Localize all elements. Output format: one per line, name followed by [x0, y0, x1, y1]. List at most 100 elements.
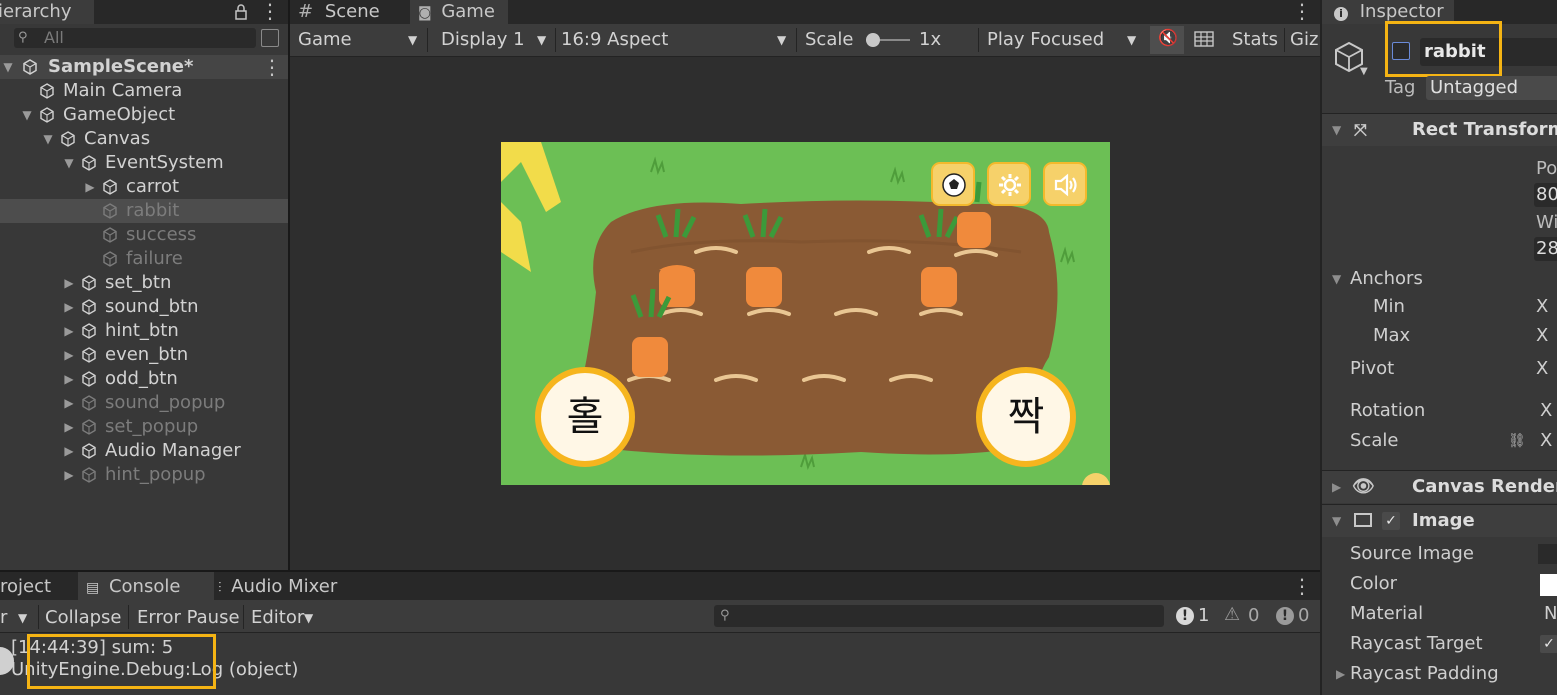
collapse-arrow-icon[interactable]: ▼ — [21, 103, 33, 127]
expand-arrow-icon[interactable]: ▼ — [2, 55, 14, 79]
clear-button[interactable]: r — [0, 605, 7, 631]
collapse-arrow-icon[interactable]: ▼ — [42, 127, 54, 151]
scene-row[interactable]: ▼ SampleScene* ⋮ — [0, 55, 288, 79]
console-menu-icon[interactable]: ⋮ — [1292, 572, 1312, 600]
width-field[interactable]: 28 — [1534, 237, 1557, 261]
anchors-row[interactable]: ▼ Anchors — [1322, 265, 1557, 293]
scene-menu-icon[interactable]: ⋮ — [262, 55, 282, 79]
mixer-icon: ⫶ — [218, 580, 222, 596]
image-header[interactable]: ▼ ✓ Image — [1322, 504, 1557, 537]
width-label: Wi — [1536, 212, 1557, 233]
gear-icon — [999, 174, 1021, 196]
image-enabled-checkbox[interactable]: ✓ — [1382, 512, 1400, 530]
game-menu-icon[interactable]: ⋮ — [1292, 0, 1312, 24]
tab-audio-mixer[interactable]: ⫶ Audio Mixer — [218, 572, 368, 600]
tab-console[interactable]: ▤ Console — [78, 572, 214, 600]
scale-slider[interactable] — [866, 33, 910, 47]
hierarchy-item[interactable]: ▶ set_popup — [0, 415, 288, 439]
rect-transform-label: Rect Transform — [1412, 119, 1557, 140]
tab-console-label: Console — [108, 576, 181, 597]
expand-arrow-icon[interactable]: ▶ — [1336, 660, 1345, 688]
hierarchy-item[interactable]: ▶ set_btn — [0, 271, 288, 295]
gameobject-cube-icon — [82, 419, 96, 435]
console-search-field[interactable]: ⚲ — [714, 605, 1164, 627]
aspect-dropdown[interactable]: 16:9 Aspect ▼ — [561, 26, 793, 54]
hierarchy-item[interactable]: ▶ even_btn — [0, 343, 288, 367]
game-mode-dropdown[interactable]: Game ▼ — [298, 26, 422, 54]
stats-grid-icon[interactable] — [1194, 30, 1214, 48]
settings-button[interactable] — [987, 162, 1031, 206]
hierarchy-item[interactable]: Main Camera — [0, 79, 288, 103]
hierarchy-item[interactable]: ▶ carrot — [0, 175, 288, 199]
mute-audio-toggle[interactable]: 🔇 — [1150, 26, 1184, 54]
collapse-arrow-icon[interactable]: ▶ — [1332, 471, 1341, 503]
collapse-button[interactable]: Collapse — [45, 605, 122, 631]
hierarchy-item[interactable]: ▼ Canvas — [0, 127, 288, 151]
chevron-down-icon: ▼ — [1127, 33, 1137, 47]
pos-field[interactable]: 80 — [1534, 183, 1557, 207]
tab-scene[interactable]: # Scene — [298, 0, 408, 24]
game-view[interactable]: 홀 짝 — [501, 142, 1110, 485]
hierarchy-menu-icon[interactable]: ⋮ — [260, 0, 280, 24]
hierarchy-item[interactable]: ▼ GameObject — [0, 103, 288, 127]
raycast-target-checkbox[interactable]: ✓ — [1540, 635, 1557, 653]
expand-arrow-icon[interactable]: ▶ — [63, 439, 75, 463]
editor-dropdown[interactable]: Editor — [251, 605, 304, 631]
expand-arrow-icon[interactable]: ▶ — [63, 391, 75, 415]
collapse-arrow-icon[interactable]: ▼ — [63, 151, 75, 175]
clear-dropdown-icon[interactable]: ▼ — [18, 605, 27, 631]
expand-arrow-icon[interactable]: ▶ — [63, 343, 75, 367]
hint-button[interactable] — [931, 162, 975, 206]
hierarchy-search-field[interactable]: ⚲ All — [14, 28, 256, 48]
tag-dropdown[interactable]: Untagged — [1426, 76, 1557, 100]
warning-count-toggle[interactable]: ⚠ 0 — [1220, 602, 1264, 630]
aspect-label: 16:9 Aspect — [561, 29, 669, 50]
canvas-renderer-header[interactable]: ▶ 👁 Canvas Rendere — [1322, 470, 1557, 503]
scale-slider-thumb[interactable] — [866, 33, 880, 47]
hierarchy-item[interactable]: ▶ hint_popup — [0, 463, 288, 487]
play-focused-dropdown[interactable]: Play Focused ▼ — [987, 26, 1142, 54]
tab-project[interactable]: roject — [0, 572, 76, 600]
gizmos-button[interactable]: Giz — [1290, 26, 1318, 54]
collapse-arrow-icon[interactable]: ▼ — [1332, 114, 1341, 146]
rotation-row: Rotation X — [1322, 397, 1557, 425]
link-icon[interactable]: ⛓ — [1508, 427, 1526, 455]
expand-arrow-icon[interactable]: ▶ — [63, 415, 75, 439]
stats-button[interactable]: Stats — [1232, 26, 1278, 54]
color-swatch[interactable] — [1540, 574, 1557, 596]
error-pause-button[interactable]: Error Pause — [137, 605, 240, 631]
hierarchy-item[interactable]: ▶ sound_btn — [0, 295, 288, 319]
tab-hierarchy[interactable]: ierarchy — [0, 0, 94, 24]
info-count-toggle[interactable]: ! 1 — [1170, 602, 1214, 630]
hierarchy-item[interactable]: ▶ hint_btn — [0, 319, 288, 343]
source-image-field[interactable] — [1538, 544, 1557, 564]
expand-arrow-icon[interactable]: ▼ — [1332, 265, 1341, 293]
lock-icon[interactable] — [234, 3, 248, 21]
hierarchy-item[interactable]: ▶ Audio Manager — [0, 439, 288, 463]
hierarchy-item[interactable]: rabbit — [0, 199, 288, 223]
hierarchy-item[interactable]: ▶ odd_btn — [0, 367, 288, 391]
tab-game[interactable]: ◙ Game — [410, 0, 508, 24]
expand-arrow-icon[interactable]: ▶ — [63, 319, 75, 343]
hierarchy-item[interactable]: success — [0, 223, 288, 247]
expand-arrow-icon[interactable]: ▶ — [63, 295, 75, 319]
icon-dropdown-arrow[interactable]: ▼ — [1360, 66, 1368, 77]
raycast-padding-row[interactable]: ▶ Raycast Padding — [1322, 660, 1557, 688]
log-highlight — [27, 634, 216, 689]
even-button[interactable]: 짝 — [976, 367, 1076, 467]
rect-transform-header[interactable]: ▼ ⤧ Rect Transform — [1322, 113, 1557, 146]
error-count-toggle[interactable]: ! 0 — [1270, 602, 1314, 630]
expand-arrow-icon[interactable]: ▶ — [84, 175, 96, 199]
hierarchy-item[interactable]: ▼ EventSystem — [0, 151, 288, 175]
material-value[interactable]: N — [1544, 600, 1557, 628]
collapse-arrow-icon[interactable]: ▼ — [1332, 505, 1341, 537]
expand-arrow-icon[interactable]: ▶ — [63, 271, 75, 295]
display-dropdown[interactable]: Display 1 ▼ — [441, 26, 551, 54]
odd-button[interactable]: 홀 — [535, 367, 635, 467]
hierarchy-item[interactable]: ▶ sound_popup — [0, 391, 288, 415]
sound-button[interactable] — [1043, 162, 1087, 206]
scene-visibility-icon[interactable] — [261, 29, 279, 47]
expand-arrow-icon[interactable]: ▶ — [63, 463, 75, 487]
expand-arrow-icon[interactable]: ▶ — [63, 367, 75, 391]
hierarchy-item[interactable]: failure — [0, 247, 288, 271]
